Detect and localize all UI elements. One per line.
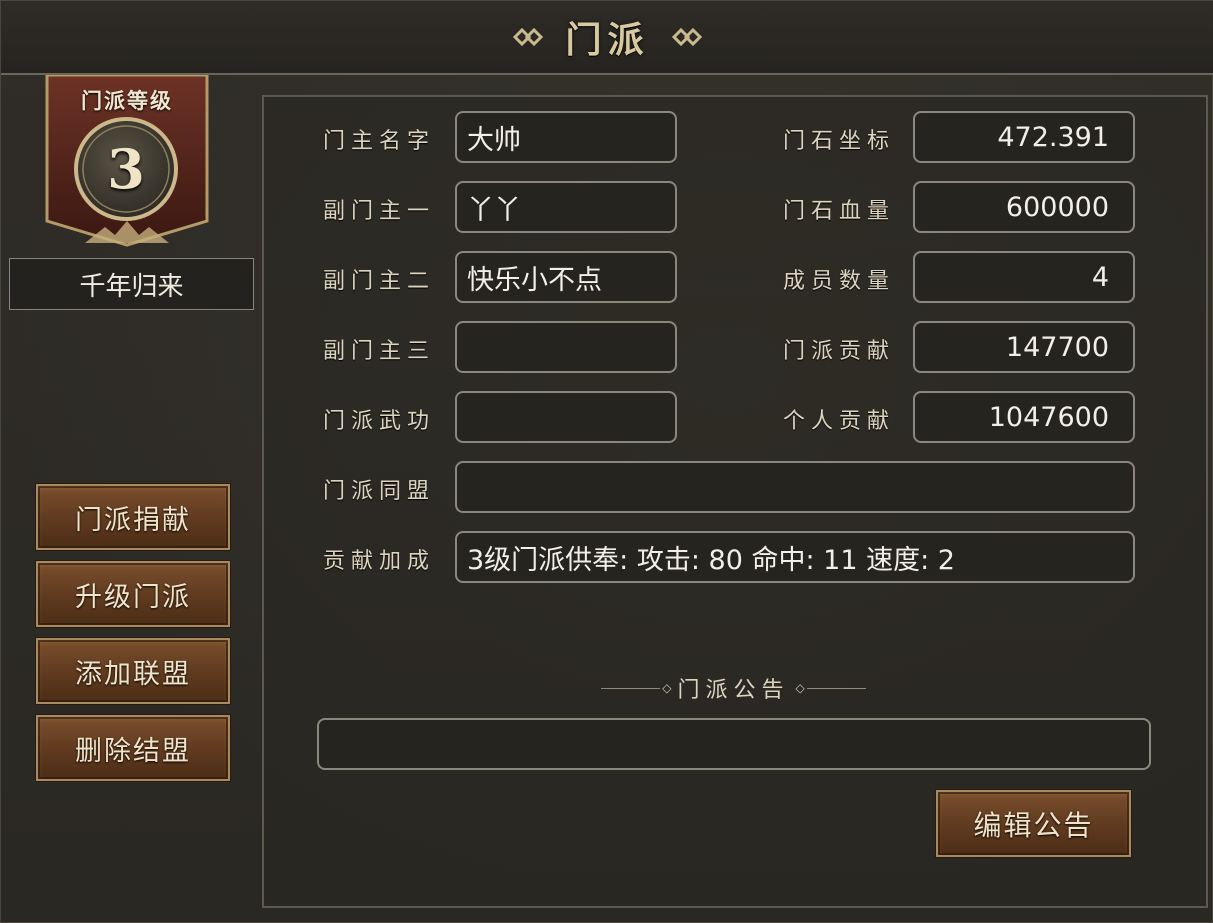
level-badge-number: 3	[107, 137, 145, 201]
guild-skill-label: 门派武功	[323, 409, 436, 434]
guild-name: 千年归来	[9, 258, 254, 310]
vice-leader-2-label: 副门主二	[323, 269, 436, 294]
edit-notice-button[interactable]: 编辑公告	[935, 789, 1132, 858]
guild-window: 门派 门派等级 3 千年归来 门派捐献 升级门派 添加联盟 删除结盟 门主名字 …	[0, 0, 1213, 923]
guild-upgrade-button[interactable]: 升级门派	[35, 560, 231, 628]
guild-level-badge: 门派等级 3	[45, 73, 209, 255]
add-alliance-button[interactable]: 添加联盟	[35, 637, 231, 705]
personal-contribution-label: 个人贡献	[783, 409, 896, 434]
stone-coord-field: 472.391	[913, 111, 1135, 163]
title-ornament-left-icon	[513, 27, 544, 47]
divider	[806, 687, 867, 689]
window-title: 门派	[565, 19, 650, 61]
vice-leader-1-field: 丫丫	[455, 181, 677, 233]
guild-donate-button[interactable]: 门派捐献	[35, 483, 231, 551]
leader-field: 大帅	[455, 111, 677, 163]
level-badge-label: 门派等级	[81, 88, 173, 113]
diamond-icon: ◇	[795, 681, 805, 695]
vice-leader-3-label: 副门主三	[323, 339, 436, 364]
vice-leader-1-label: 副门主一	[323, 199, 436, 224]
guild-contribution-field: 147700	[913, 321, 1135, 373]
stone-hp-label: 门石血量	[783, 199, 896, 224]
diamond-icon: ◇	[662, 681, 672, 695]
guild-skill-field	[455, 391, 677, 443]
stone-hp-field: 600000	[913, 181, 1135, 233]
notice-title-text: 门派公告	[677, 678, 790, 703]
alliance-field	[455, 461, 1135, 513]
notice-field[interactable]	[317, 718, 1151, 770]
notice-title: ◇ 门派公告 ◇	[601, 673, 867, 703]
contribution-bonus-label: 贡献加成	[323, 549, 436, 574]
title-ornament-right-icon	[671, 27, 702, 47]
contribution-bonus-field: 3级门派供奉: 攻击: 80 命中: 11 速度: 2	[455, 531, 1135, 583]
vice-leader-3-field	[455, 321, 677, 373]
leader-label: 门主名字	[323, 129, 436, 154]
divider	[601, 687, 661, 689]
member-count-label: 成员数量	[783, 269, 896, 294]
remove-alliance-button[interactable]: 删除结盟	[35, 714, 231, 782]
guild-contribution-label: 门派贡献	[783, 339, 896, 364]
vice-leader-2-field: 快乐小不点	[455, 251, 677, 303]
alliance-label: 门派同盟	[323, 479, 436, 504]
stone-coord-label: 门石坐标	[783, 129, 896, 154]
title-bar: 门派	[1, 1, 1213, 75]
personal-contribution-field: 1047600	[913, 391, 1135, 443]
member-count-field: 4	[913, 251, 1135, 303]
